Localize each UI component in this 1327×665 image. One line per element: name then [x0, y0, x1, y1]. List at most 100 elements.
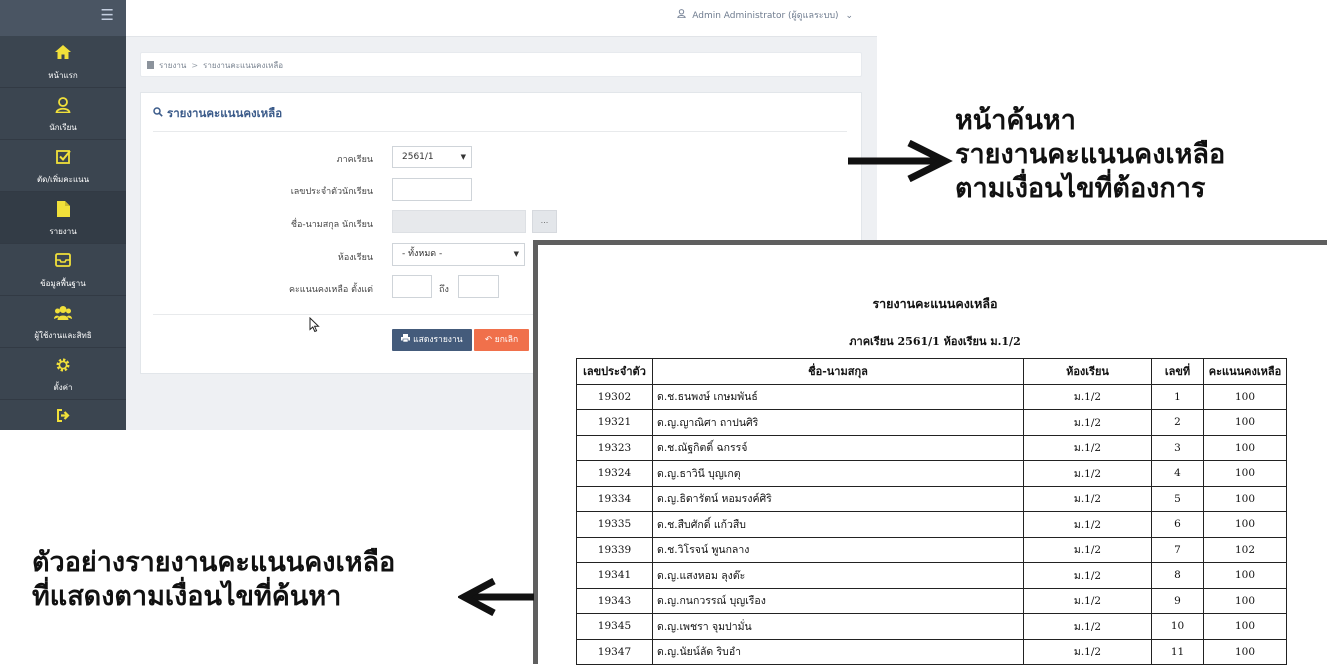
report-subtitle: ภาคเรียน 2561/1 ห้องเรียน ม.1/2 [849, 335, 1021, 348]
table-cell: ม.1/2 [1023, 638, 1152, 665]
sidebar-item-users[interactable]: ผู้ใช้งานและสิทธิ [0, 296, 126, 348]
sidebar-item-basic-data[interactable]: ข้อมูลพื้นฐาน [0, 244, 126, 296]
table-cell: 7 [1151, 536, 1204, 563]
sidebar-item-home[interactable]: หน้าแรก [0, 36, 126, 88]
table-cell: 19341 [576, 562, 653, 589]
user-name: Admin Administrator (ผู้ดูแลระบบ) [692, 11, 839, 21]
sidebar-item-label: ตั้งค่า [53, 383, 73, 392]
breadcrumb: รายงาน > รายงานคะแนนคงเหลือ [140, 52, 862, 77]
table-cell: 11 [1151, 638, 1204, 665]
sidebar-item-score[interactable]: ตัด/เพิ่มคะแนน [0, 140, 126, 192]
caret-down-icon: ▼ [513, 250, 519, 258]
table-cell: 100 [1203, 587, 1287, 614]
table-cell: 5 [1151, 485, 1204, 512]
browse-student-button[interactable]: ... [532, 210, 557, 233]
home-icon [0, 36, 126, 63]
table-cell: ด.ญ.แสงหอม ลุงต๊ะ [652, 562, 1024, 589]
table-cell: ม.1/2 [1023, 434, 1152, 461]
table-cell: 19339 [576, 536, 653, 563]
score-to-input[interactable] [458, 275, 499, 298]
table-cell: 19323 [576, 434, 653, 461]
table-cell: 100 [1203, 511, 1287, 538]
gear-icon [0, 348, 126, 375]
report-table: เลขประจำตัว ชื่อ-นามสกุล ห้องเรียน เลขที… [576, 358, 1287, 665]
table-cell: ด.ญ.ธาวินี บุญเกตุ [652, 460, 1024, 487]
file-icon [0, 192, 126, 219]
breadcrumb-item[interactable]: รายงาน [159, 61, 186, 70]
student-name-field [392, 210, 526, 233]
search-icon [153, 106, 167, 120]
arrow-left-icon [458, 578, 534, 616]
classroom-label: ห้องเรียน [337, 253, 373, 263]
sidebar-header: ☰ [0, 0, 126, 36]
table-cell: ม.1/2 [1023, 460, 1152, 487]
table-cell: ม.1/2 [1023, 485, 1152, 512]
column-header: คะแนนคงเหลือ [1203, 358, 1287, 385]
column-header: ชื่อ-นามสกุล [652, 358, 1024, 385]
report-preview: รายงานคะแนนคงเหลือ ภาคเรียน 2561/1 ห้องเ… [533, 240, 1327, 665]
breadcrumb-item-current: รายงานคะแนนคงเหลือ [203, 61, 284, 70]
annotation-report-example: ตัวอย่างรายงานคะแนนคงเหลือ ที่แสดงตามเงื… [32, 547, 396, 612]
cancel-button[interactable]: ↶ ยกเลิก [474, 329, 529, 351]
sidebar-item-report[interactable]: รายงาน [0, 192, 126, 244]
table-header-row: เลขประจำตัว ชื่อ-นามสกุล ห้องเรียน เลขที… [576, 358, 1287, 385]
print-icon [401, 334, 413, 345]
sidebar-item-students[interactable]: นักเรียน [0, 88, 126, 140]
student-name-label: ชื่อ-นามสกุล นักเรียน [290, 220, 373, 230]
score-from-input[interactable] [392, 275, 432, 298]
table-cell: ด.ญ.กนกวรรณ์ บุญเรือง [652, 587, 1024, 614]
table-cell: 100 [1203, 434, 1287, 461]
table-cell: ด.ญ.ญาณิศา ถาปนศิริ [652, 409, 1024, 436]
table-cell: 100 [1203, 562, 1287, 589]
column-header: ห้องเรียน [1023, 358, 1152, 385]
table-cell: 102 [1203, 536, 1287, 563]
table-cell: 1 [1151, 383, 1204, 410]
breadcrumb-separator: > [191, 61, 199, 70]
table-row: 19302 ด.ช.ธนพงษ์ เกษมพันธ์ ม.1/2 1 100 [576, 383, 1287, 410]
table-cell: 100 [1203, 485, 1287, 512]
table-cell: 3 [1151, 434, 1204, 461]
table-cell: 6 [1151, 511, 1204, 538]
student-icon [0, 88, 126, 115]
classroom-select[interactable]: - ทั้งหมด - ▼ [392, 243, 525, 266]
table-cell: ม.1/2 [1023, 409, 1152, 436]
sidebar-item-settings[interactable]: ตั้งค่า [0, 348, 126, 400]
show-report-button[interactable]: แสดงรายงาน [392, 329, 472, 351]
menu-toggle-icon[interactable]: ☰ [101, 6, 114, 24]
chevron-down-icon: ⌄ [845, 11, 853, 21]
table-row: 19343 ด.ญ.กนกวรรณ์ บุญเรือง ม.1/2 9 100 [576, 587, 1287, 614]
student-id-label: เลขประจำตัวนักเรียน [290, 187, 373, 197]
table-cell: ด.ช.สืบศักดิ์ แก้วสืบ [652, 511, 1024, 538]
sidebar-item-label: รายงาน [49, 227, 77, 236]
column-header: เลขที่ [1151, 358, 1204, 385]
arrow-right-icon [848, 140, 953, 182]
semester-label: ภาคเรียน [336, 155, 373, 165]
mouse-cursor-icon [309, 317, 320, 333]
table-row: 19324 ด.ญ.ธาวินี บุญเกตุ ม.1/2 4 100 [576, 460, 1287, 487]
table-cell: 19345 [576, 613, 653, 640]
table-row: 19341 ด.ญ.แสงหอม ลุงต๊ะ ม.1/2 8 100 [576, 562, 1287, 589]
student-id-input[interactable] [392, 178, 472, 201]
semester-select[interactable]: 2561/1 ▼ [392, 146, 472, 168]
score-from-label: คะแนนคงเหลือ ตั้งแต่ [288, 285, 373, 295]
table-cell: 19335 [576, 511, 653, 538]
sidebar-item-label: ข้อมูลพื้นฐาน [40, 279, 86, 288]
table-cell: ด.ช.วิโรจน์ พูนกลาง [652, 536, 1024, 563]
table-cell: ด.ญ.ธิดารัตน์ หอมรงค์ศิริ [652, 485, 1024, 512]
user-menu[interactable]: Admin Administrator (ผู้ดูแลระบบ) ⌄ [677, 8, 853, 22]
undo-icon: ↶ [484, 335, 493, 345]
sidebar-item-logout[interactable] [0, 400, 126, 430]
table-cell: 19324 [576, 460, 653, 487]
user-icon [677, 9, 689, 21]
table-cell: 19343 [576, 587, 653, 614]
score-to-label: ถึง [439, 285, 449, 295]
sidebar-item-label: นักเรียน [49, 123, 77, 132]
users-icon [0, 296, 126, 323]
table-cell: ด.ช.ณัฐกิตติ์ ฉกรรจ์ [652, 434, 1024, 461]
logout-icon [0, 400, 126, 427]
table-cell: ด.ญ.นัยน์ลัด ริบอำ [652, 638, 1024, 665]
table-cell: 100 [1203, 383, 1287, 410]
table-cell: 4 [1151, 460, 1204, 487]
table-body: 19302 ด.ช.ธนพงษ์ เกษมพันธ์ ม.1/2 1 100 19321 ด… [576, 383, 1287, 665]
topbar: Admin Administrator (ผู้ดูแลระบบ) ⌄ [126, 0, 877, 37]
